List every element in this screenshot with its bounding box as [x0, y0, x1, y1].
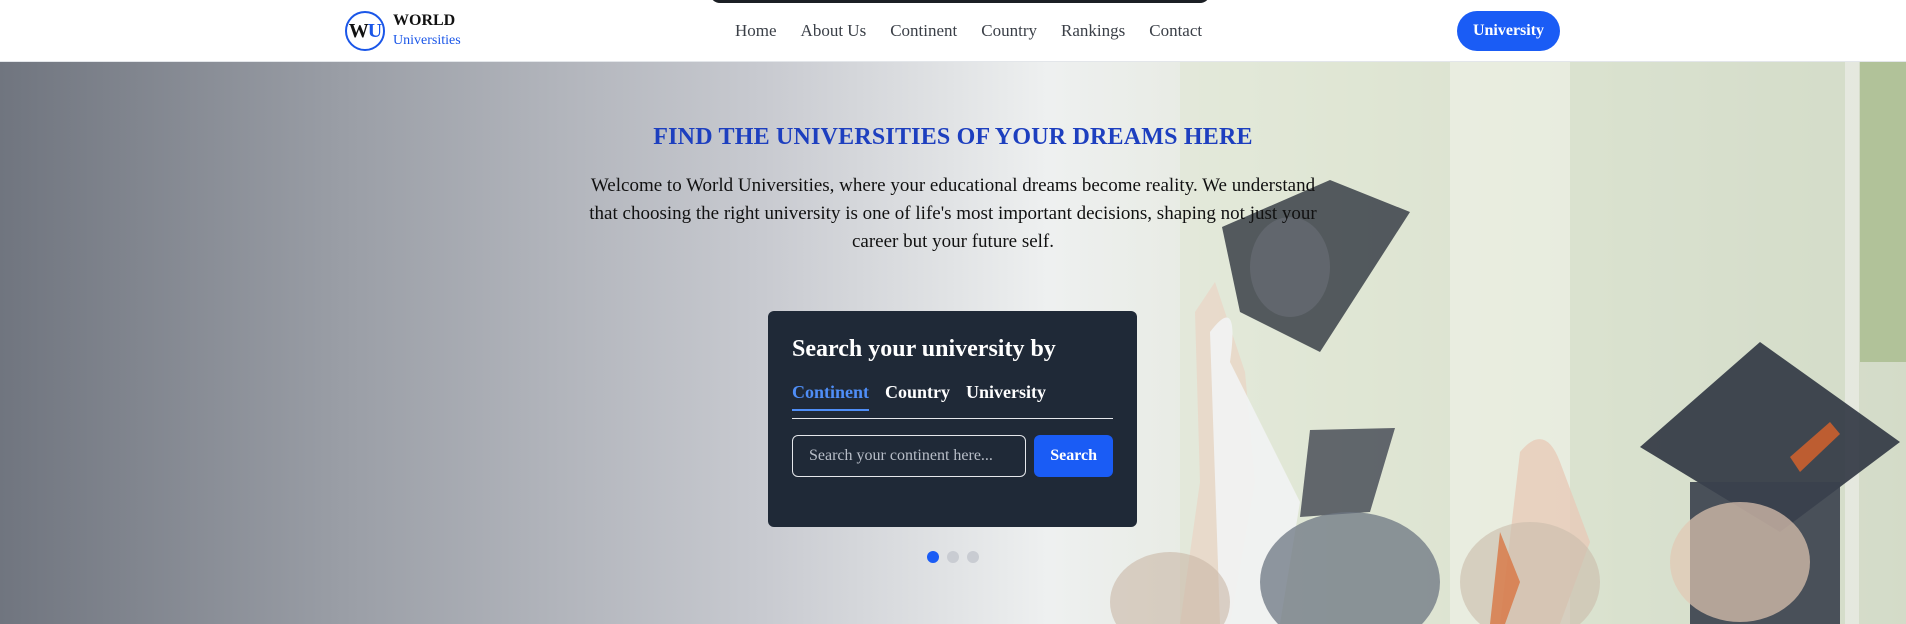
university-button[interactable]: University — [1457, 11, 1560, 51]
browser-overlay-bar — [710, 0, 1210, 3]
tab-continent[interactable]: Continent — [792, 381, 870, 411]
brand-logo-link[interactable]: WU WORLD Universities — [345, 11, 461, 51]
brand-name: WORLD — [393, 12, 456, 29]
wu-logo-icon: WU — [345, 11, 385, 51]
tab-country[interactable]: Country — [885, 381, 950, 411]
search-card: Search your university by Continent Coun… — [768, 311, 1137, 527]
tab-university[interactable]: University — [966, 381, 1046, 411]
nav-link-continent[interactable]: Continent — [890, 20, 957, 42]
hero-intro-text: Welcome to World Universities, where you… — [589, 175, 1317, 252]
search-row: Search — [792, 435, 1113, 477]
top-navigation-bar: WU WORLD Universities Home About Us Cont… — [0, 0, 1906, 62]
carousel-dots — [927, 551, 979, 563]
search-input[interactable] — [792, 435, 1027, 477]
search-card-title: Search your university by — [792, 336, 1056, 362]
search-button[interactable]: Search — [1034, 435, 1113, 477]
nav-link-contact[interactable]: Contact — [1149, 20, 1202, 42]
logo-letter-u: U — [367, 19, 382, 42]
main-nav: Home About Us Continent Country Rankings… — [735, 20, 1202, 42]
carousel-dot-2[interactable] — [947, 551, 959, 563]
carousel-dot-3[interactable] — [967, 551, 979, 563]
brand-subtitle: Universities — [393, 33, 461, 48]
nav-link-country[interactable]: Country — [981, 20, 1037, 42]
search-tabs: Continent Country University — [792, 381, 1113, 419]
nav-link-rankings[interactable]: Rankings — [1061, 20, 1125, 42]
brand-text: WORLD Universities — [393, 11, 461, 51]
nav-link-about-us[interactable]: About Us — [801, 20, 867, 42]
logo-letter-w: W — [348, 19, 369, 42]
hero-section: FIND THE UNIVERSITIES OF YOUR DREAMS HER… — [0, 62, 1906, 624]
carousel-dot-1[interactable] — [927, 551, 939, 563]
hero-heading: FIND THE UNIVERSITIES OF YOUR DREAMS HER… — [653, 124, 1253, 150]
nav-link-home[interactable]: Home — [735, 20, 777, 42]
